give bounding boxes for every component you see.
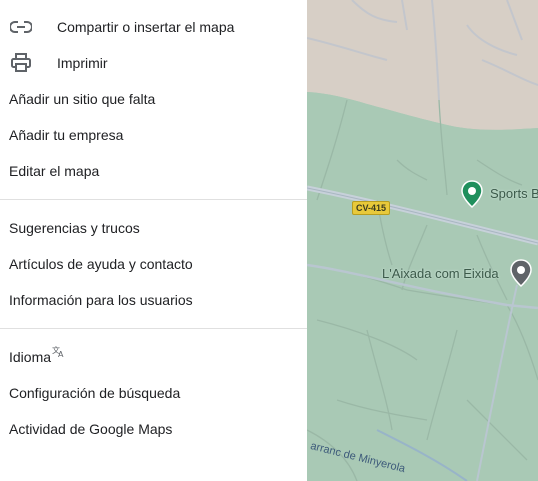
aixada-map-pin-icon[interactable] (510, 259, 532, 287)
help-contact-label: Artículos de ayuda y contacto (9, 256, 193, 272)
print-item[interactable]: Imprimir (0, 45, 307, 81)
search-settings-item[interactable]: Configuración de búsqueda (0, 375, 307, 411)
help-contact-item[interactable]: Artículos de ayuda y contacto (0, 246, 307, 282)
translate-icon: 文 A (52, 345, 66, 361)
map-background (307, 0, 538, 481)
poi-label-sports[interactable]: Sports B (490, 186, 538, 201)
print-label: Imprimir (57, 55, 108, 71)
link-icon (9, 17, 33, 37)
add-missing-place-label: Añadir un sitio que falta (9, 91, 156, 107)
tips-tricks-item[interactable]: Sugerencias y trucos (0, 210, 307, 246)
menu-divider (0, 199, 307, 200)
edit-map-item[interactable]: Editar el mapa (0, 153, 307, 189)
maps-activity-item[interactable]: Actividad de Google Maps (0, 411, 307, 447)
tips-tricks-label: Sugerencias y trucos (9, 220, 140, 236)
sports-map-pin-icon[interactable] (461, 180, 483, 208)
svg-text:A: A (58, 350, 64, 358)
poi-label-aixada[interactable]: L'Aixada com Eixida (382, 266, 499, 281)
edit-map-label: Editar el mapa (9, 163, 100, 179)
map-canvas[interactable]: CV-415 Sports B L'Aixada com Eixida arra… (307, 0, 538, 481)
maps-activity-label: Actividad de Google Maps (9, 421, 173, 437)
add-business-item[interactable]: Añadir tu empresa (0, 117, 307, 153)
menu-divider (0, 328, 307, 329)
add-missing-place-item[interactable]: Añadir un sitio que falta (0, 81, 307, 117)
users-info-item[interactable]: Información para los usuarios (0, 282, 307, 318)
road-badge-cv415: CV-415 (352, 201, 391, 215)
language-item[interactable]: Idioma 文 A (0, 339, 307, 375)
language-label: Idioma (9, 349, 52, 365)
add-business-label: Añadir tu empresa (9, 127, 124, 143)
side-menu: Compartir o insertar el mapa Imprimir Añ… (0, 0, 307, 481)
share-embed-map-label: Compartir o insertar el mapa (57, 19, 235, 35)
printer-icon (9, 53, 33, 73)
users-info-label: Información para los usuarios (9, 292, 193, 308)
search-settings-label: Configuración de búsqueda (9, 385, 181, 401)
share-embed-map-item[interactable]: Compartir o insertar el mapa (0, 9, 307, 45)
